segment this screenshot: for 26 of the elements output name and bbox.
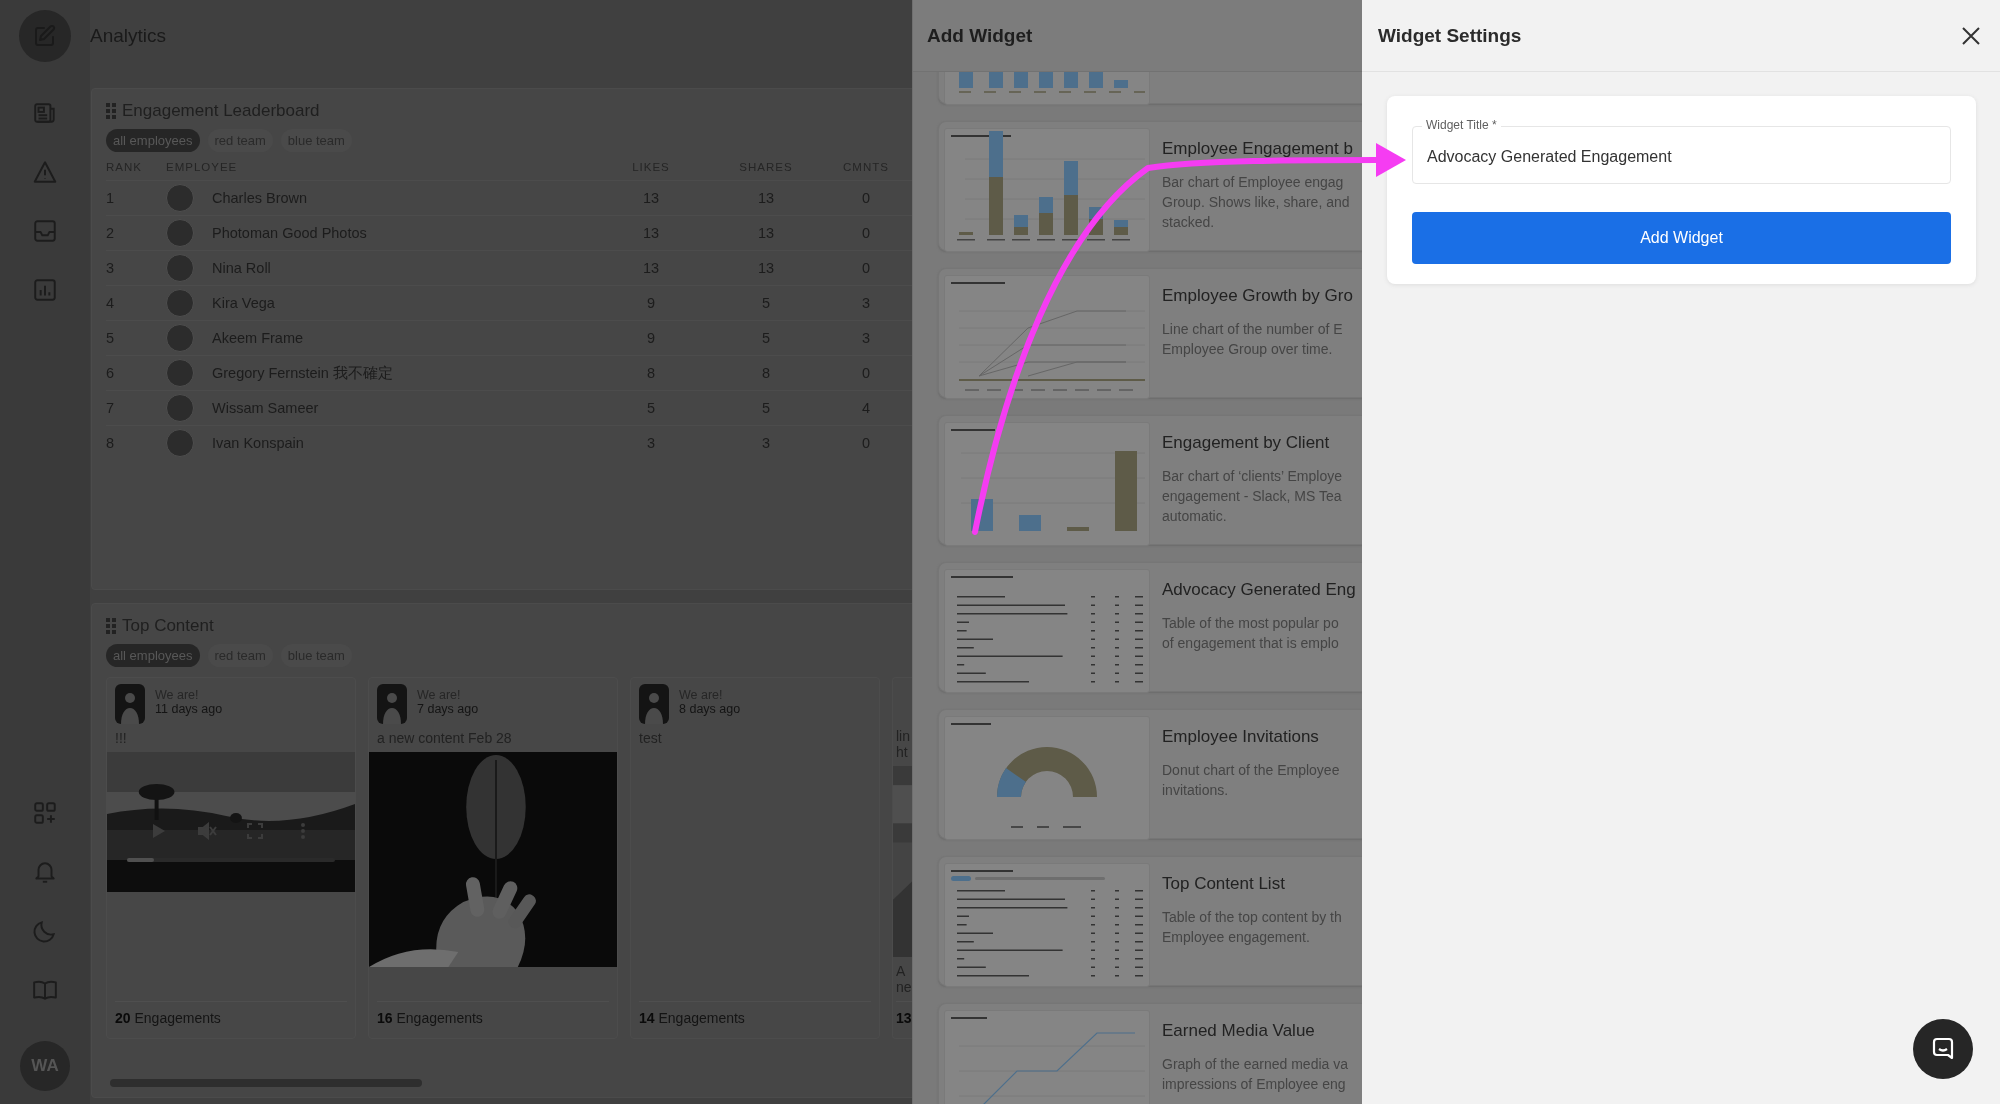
widget-title: Employee Engagement b (1162, 139, 1353, 159)
widget-card[interactable]: Top Content List Table of the top content by th Employee engagement. (938, 856, 1362, 986)
panel-title: Add Widget (927, 24, 1033, 47)
post-text: !!! (115, 730, 128, 746)
widget-title: Engagement by Client (1162, 433, 1331, 453)
widget-description: Donut chart of the Employee invitations. (1162, 761, 1340, 800)
widget-description: Line chart of the number of E Employee Group over time. (1162, 320, 1344, 359)
widget-card[interactable]: Advocacy Generated Eng Table of the most popular po of engagement that is emplo (938, 562, 1362, 692)
widget-title: Earned Media Value (1162, 1021, 1316, 1041)
widget-description: Bar chart of ‘clients’ Employe engagement - Slack, MS Tea automatic. (1162, 467, 1342, 526)
widget-card[interactable]: Employee Invitations Donut chart of the Employee invitations. (938, 709, 1362, 839)
widget-description: Bar chart of Employee engag Group. Shows like, share, and stacked. (1162, 173, 1351, 232)
widget-card[interactable]: Earned Media Value Graph of the earned media va impressions of Employee eng (938, 1003, 1362, 1104)
widget-title: Top Content List (1162, 874, 1286, 894)
panel-title: Widget Settings (1378, 24, 1522, 47)
widget-description: Table of the most popular po of engagement that is emplo (1162, 614, 1340, 653)
widget-card[interactable]: Employee Engagement b Bar chart of Employee engag Group. Shows like, share, and stacked. (938, 121, 1362, 251)
widget-title: Employee Growth by Gro (1162, 286, 1353, 306)
widget-card[interactable]: Employee Growth by Gro Line chart of the number of E Employee Group over time. (938, 268, 1362, 398)
widget-description: Graph of the earned media va impressions of Employee eng (1162, 1055, 1348, 1094)
widget-description: Table of the top content by th Employee engagement. (1162, 908, 1342, 947)
widget-card[interactable]: Engagement by Client Bar chart of ‘clients’ Employe engagement - Slack, MS Tea automatic. (938, 415, 1362, 545)
field-label: Widget Title * (1422, 118, 1501, 133)
widget-title: Advocacy Generated Eng (1162, 580, 1356, 600)
widget-title: Employee Invitations (1162, 727, 1320, 747)
add-widget-button[interactable]: Add Widget (1412, 212, 1951, 264)
